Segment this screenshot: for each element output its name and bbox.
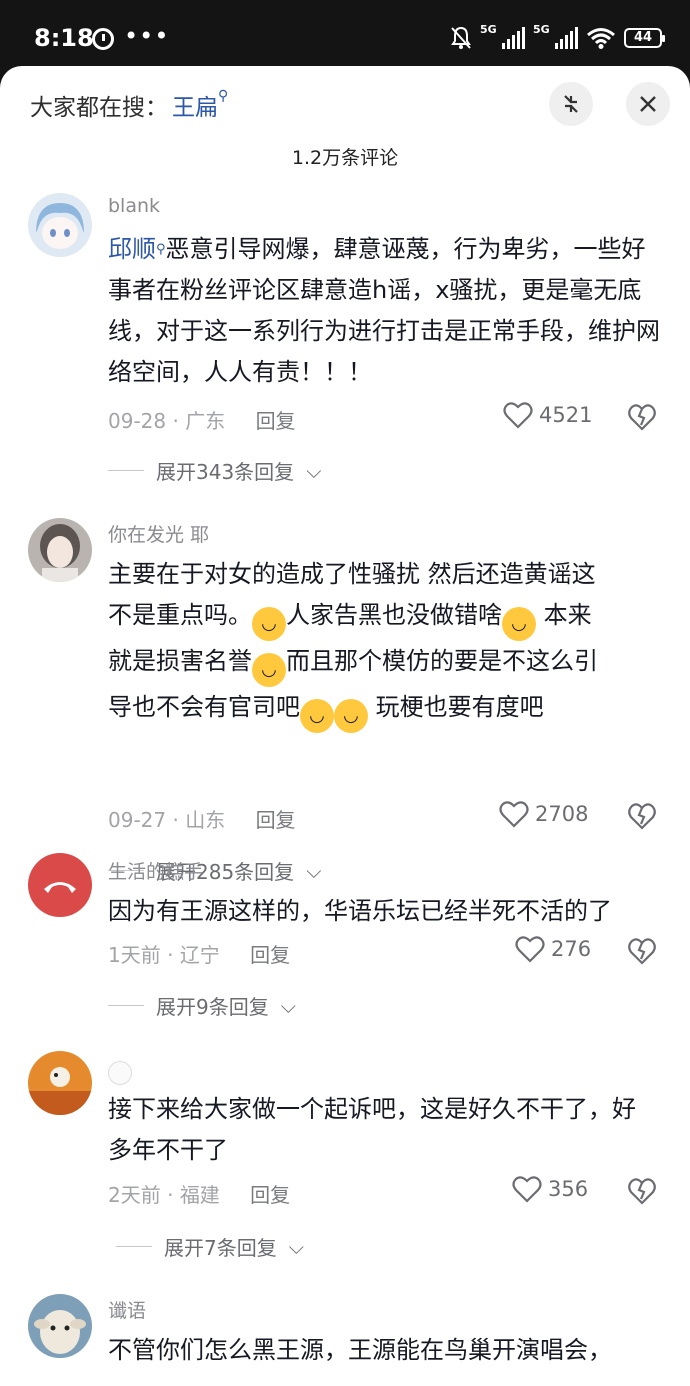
status-bar: 8:18 ••• 5G 5G 44 (0, 0, 690, 70)
more-dots: ••• (124, 22, 170, 50)
search-suggestion[interactable]: 大家都在搜： 王扁⚲ (30, 88, 228, 122)
like-button[interactable]: 276 (515, 935, 591, 963)
wifi-icon (587, 28, 615, 49)
comment-date: 09-27 (108, 808, 167, 832)
like-count: 356 (548, 1177, 589, 1201)
comment-count: 1.2万条评论 (291, 147, 399, 169)
reply-button[interactable]: 回复 (256, 409, 296, 433)
like-count: 4521 (539, 403, 593, 427)
comment-text: 因为有王源这样的，华语乐坛已经半死不活的了 (108, 897, 612, 925)
expand-replies-button[interactable]: 展开7条回复 ⌵ (116, 1232, 304, 1261)
close-button[interactable] (626, 82, 670, 126)
comment-username[interactable]: 你在发光 耶 (108, 520, 209, 547)
comment-meta: 09-28 · 广东 回复 (108, 405, 296, 434)
chevron-down-icon: ⌵ (288, 1234, 304, 1259)
comment-meta: 09-27 · 山东 回复 (108, 804, 296, 833)
close-icon (640, 96, 656, 112)
comment-text: 不管你们怎么黑王源，王源能在鸟巢开演唱会， (108, 1336, 612, 1364)
meta-separator: · (172, 409, 179, 433)
like-button[interactable]: 356 (512, 1175, 588, 1203)
search-prefix: 大家都在搜： (30, 95, 168, 121)
avatar[interactable] (28, 1294, 92, 1358)
sweat-smile-emoji-icon: ◡ (252, 653, 286, 687)
network-type-1: 5G (480, 23, 497, 36)
meta-separator: · (167, 1183, 174, 1207)
comment-date: 09-28 (108, 409, 167, 433)
dislike-button[interactable] (628, 802, 656, 830)
mention-link[interactable]: 邱顺 (108, 235, 156, 263)
comment-username[interactable]: 生活的糕手 (108, 857, 203, 884)
comment-location: 山东 (185, 808, 226, 832)
reply-button[interactable]: 回复 (250, 943, 290, 967)
mute-bell-icon (451, 26, 471, 49)
comment-location: 辽宁 (179, 943, 220, 967)
comment-text: 主要在于对女的造成了性骚扰 然后还造黄谣这 不是重点吗。 ◡ 人家告黑也没做错啥 ◡ … (108, 554, 668, 733)
search-icon: ⚲ (218, 88, 229, 104)
meta-separator: · (172, 808, 179, 832)
comment-date: 1天前 (108, 943, 161, 967)
avatar[interactable] (28, 518, 92, 582)
heart-icon (515, 936, 545, 963)
collapse-button[interactable] (549, 82, 593, 126)
comment-username[interactable]: blank (108, 195, 160, 217)
chevron-down-icon: ⌵ (280, 993, 296, 1018)
status-time: 8:18 (34, 24, 94, 52)
avatar[interactable] (28, 853, 92, 917)
like-count: 2708 (535, 802, 589, 826)
battery-icon: 44 (624, 28, 665, 48)
expand-replies-label: 展开343条回复 (156, 460, 295, 484)
comment-date: 2天前 (108, 1183, 161, 1207)
comment-meta: 1天前 · 辽宁 回复 (108, 939, 290, 968)
expand-replies-label: 展开9条回复 (156, 995, 269, 1019)
comment-username[interactable]: 谶语 (108, 1296, 146, 1323)
comment-text: 接下来给大家做一个起诉吧，这是好久不干了，好多年不干了 (108, 1095, 636, 1164)
expand-replies-label: 展开7条回复 (164, 1236, 277, 1260)
grin-emoji-icon: ◡ (252, 607, 286, 641)
search-icon: ⚲ (156, 242, 166, 257)
chevron-down-icon: ⌵ (306, 858, 322, 883)
dislike-button[interactable] (628, 403, 656, 431)
expand-replies-button[interactable]: 展开343条回复 ⌵ (108, 456, 321, 485)
like-button[interactable]: 4521 (503, 401, 592, 429)
grin-emoji-icon: ◡ (334, 699, 368, 733)
meta-separator: · (167, 943, 174, 967)
network-type-2: 5G (533, 23, 550, 36)
avatar[interactable] (28, 193, 92, 257)
comment-location: 广东 (185, 409, 226, 433)
heart-icon (503, 402, 533, 429)
laugh-cry-emoji-icon: ◡ (300, 699, 334, 733)
heart-icon (499, 801, 529, 828)
reply-button[interactable]: 回复 (256, 808, 296, 832)
expand-replies-button[interactable]: 展开9条回复 ⌵ (108, 991, 296, 1020)
heart-icon (512, 1176, 542, 1203)
reply-button[interactable]: 回复 (250, 1183, 290, 1207)
signal-2-icon: 5G (533, 23, 578, 49)
laugh-cry-emoji-icon: ◡ (502, 607, 536, 641)
search-keyword-link[interactable]: 王扁 (172, 95, 218, 121)
username-badge (108, 1061, 132, 1085)
collapse-icon (564, 95, 578, 113)
avatar[interactable] (28, 1051, 92, 1115)
like-button[interactable]: 2708 (499, 800, 588, 828)
dislike-button[interactable] (628, 937, 656, 965)
chevron-down-icon: ⌵ (306, 458, 322, 483)
comment-text: 邱顺⚲恶意引导网爆，肆意诬蔑，行为卑劣，一些好事者在粉丝评论区肆意造h谣，x骚扰… (108, 235, 660, 386)
comment-meta: 2天前 · 福建 回复 (108, 1179, 290, 1208)
signal-1-icon: 5G (480, 23, 525, 49)
comment-sheet: 大家都在搜： 王扁⚲ 1.2万条评论 blank 邱顺⚲恶意引导网爆，肆意诬蔑，行… (0, 66, 690, 1386)
clock-icon (92, 28, 114, 50)
comment-location: 福建 (179, 1183, 220, 1207)
like-count: 276 (551, 937, 592, 961)
dislike-button[interactable] (628, 1177, 656, 1205)
